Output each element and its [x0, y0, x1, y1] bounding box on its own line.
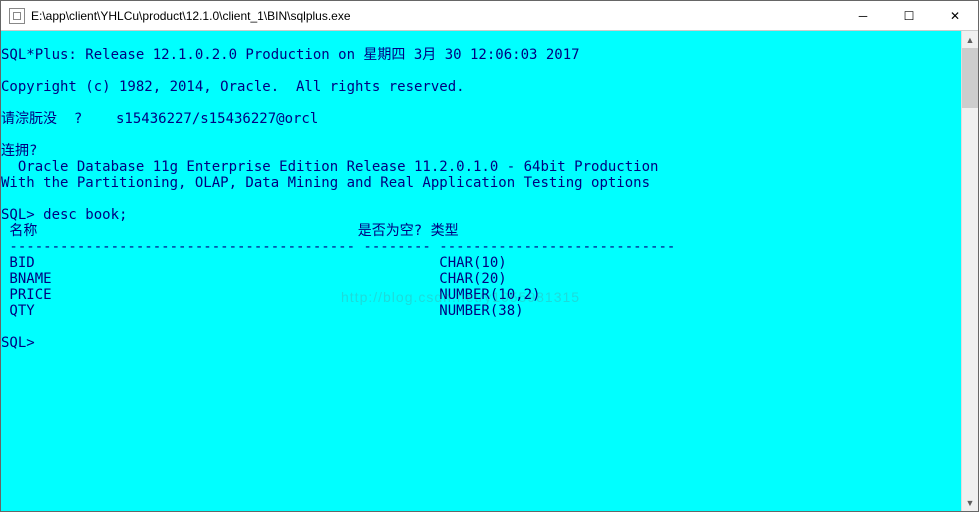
scroll-down-button[interactable]: ▼ — [962, 494, 978, 511]
app-icon — [9, 8, 25, 24]
window-title: E:\app\client\YHLCu\product\12.1.0\clien… — [31, 9, 840, 23]
maximize-button[interactable]: ☐ — [886, 1, 932, 30]
window-titlebar[interactable]: E:\app\client\YHLCu\product\12.1.0\clien… — [1, 1, 978, 31]
window-controls: ─ ☐ ✕ — [840, 1, 978, 30]
scroll-up-button[interactable]: ▲ — [962, 31, 978, 48]
console-area: SQL*Plus: Release 12.1.0.2.0 Production … — [1, 31, 978, 511]
vertical-scrollbar[interactable]: ▲ ▼ — [961, 31, 978, 511]
minimize-button[interactable]: ─ — [840, 1, 886, 30]
close-button[interactable]: ✕ — [932, 1, 978, 30]
scrollbar-thumb[interactable] — [962, 48, 978, 108]
terminal-output[interactable]: SQL*Plus: Release 12.1.0.2.0 Production … — [1, 31, 961, 511]
